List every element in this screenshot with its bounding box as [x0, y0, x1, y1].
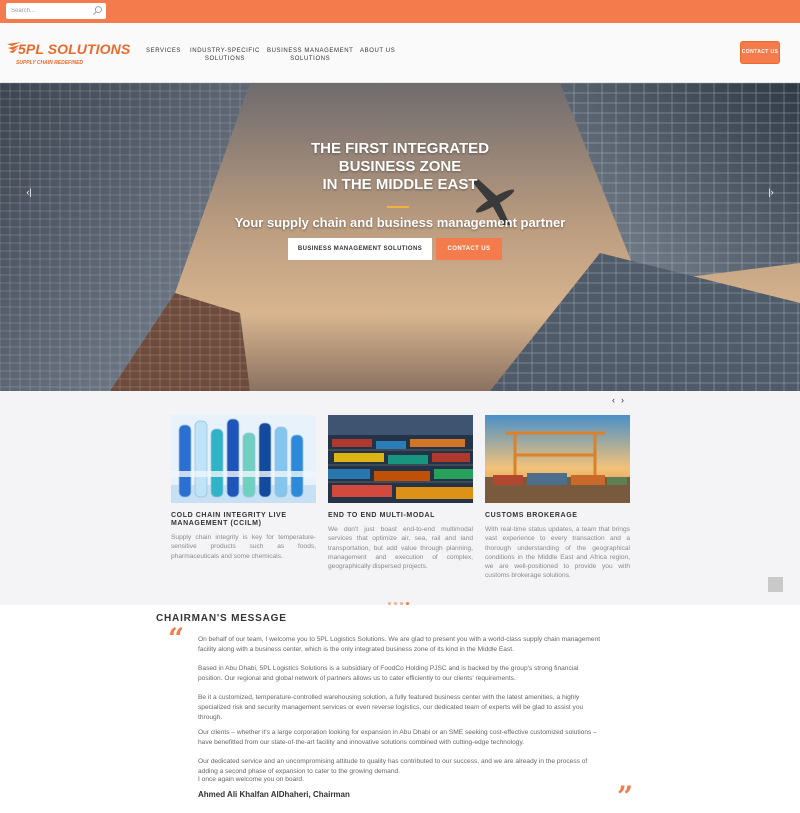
chairman-paragraph: Be it a customized, temperature-controll… — [198, 694, 584, 721]
site-header: 5PL SOLUTIONS SUPPLY CHAIN REDEFINED SER… — [0, 23, 800, 83]
hero-title-line1: THE FIRST INTEGRATED — [310, 140, 490, 157]
search-icon[interactable] — [92, 5, 103, 16]
chairman-paragraph: I once again welcome you on board. — [198, 776, 304, 783]
service-card-title: END TO END MULTI-MODAL — [328, 512, 436, 519]
nav-business-label-line2: SOLUTIONS — [290, 56, 331, 62]
hero-contact-button[interactable]: CONTACT US — [436, 238, 502, 260]
hero-next-arrow-icon[interactable]: |› — [764, 186, 778, 198]
search-input[interactable] — [6, 3, 92, 19]
nav-business-management-solutions[interactable]: BUSINESS MANAGEMENT SOLUTIONS — [267, 47, 353, 63]
logo[interactable]: 5PL SOLUTIONS SUPPLY CHAIN REDEFINED — [6, 36, 136, 72]
logo-tagline: SUPPLY CHAIN REDEFINED — [16, 60, 84, 66]
nav-industry-specific-solutions[interactable]: INDUSTRY-SPECIFIC SOLUTIONS — [190, 47, 260, 63]
hero-divider — [387, 206, 409, 208]
logo-name: 5PL SOLUTIONS — [18, 41, 131, 57]
quote-icon: “ — [168, 622, 185, 655]
service-card-text: Supply chain integrity is key for temper… — [171, 534, 316, 560]
chairman-message-section: CHAIRMAN'S MESSAGE “ On behalf of our te… — [0, 605, 800, 811]
services-arrows: ‹› — [612, 395, 630, 405]
quote-close-icon: ” — [617, 780, 634, 813]
service-card-text: With real-time status updates, a team th… — [485, 526, 630, 580]
header-contact-button[interactable]: CONTACT US — [741, 42, 779, 63]
search-box — [6, 3, 106, 19]
nav-about-us[interactable]: ABOUT US — [360, 47, 395, 55]
services-carousel: ‹› COLD CHAIN INTEGRITY LIVE MANAGEMENT … — [0, 391, 800, 605]
nav-services-label: SERVICES — [146, 48, 182, 54]
nav-services[interactable]: SERVICES — [146, 47, 181, 55]
chairman-paragraph: Our dedicated service and an uncompromis… — [198, 758, 588, 775]
hero-title: THE FIRST INTEGRATED BUSINESS ZONE IN TH… — [250, 140, 550, 194]
hero-background-image — [0, 83, 800, 391]
hero-prev-arrow-icon[interactable]: ‹| — [22, 186, 36, 198]
service-card-cold-chain[interactable]: COLD CHAIN INTEGRITY LIVE MANAGEMENT (CC… — [171, 415, 316, 561]
scroll-top-icon[interactable] — [768, 577, 783, 592]
hero-subtitle: Your supply chain and business managemen… — [234, 215, 566, 230]
test-tubes-image — [171, 415, 316, 503]
chairman-signature: Ahmed Ali Khalfan AlDhaheri, Chairman — [198, 790, 350, 799]
chairman-paragraph: On behalf of our team, I welcome you to … — [198, 636, 601, 653]
nav-business-label-line1: BUSINESS MANAGEMENT — [267, 48, 354, 54]
port-containers-image — [328, 415, 473, 503]
hero-title-line2: BUSINESS ZONE — [338, 158, 462, 175]
chevron-right-icon[interactable]: › — [621, 395, 630, 405]
service-card-title: COLD CHAIN INTEGRITY LIVE MANAGEMENT (CC… — [171, 512, 287, 527]
crane-port-image — [485, 415, 630, 503]
service-card-text: We don't just boast end-to-end multimoda… — [328, 526, 473, 571]
chevron-left-icon[interactable]: ‹ — [612, 395, 621, 405]
hero-slider: THE FIRST INTEGRATED BUSINESS ZONE IN TH… — [0, 83, 800, 391]
service-card-customs-brokerage[interactable]: CUSTOMS BROKERAGE With real-time status … — [485, 415, 630, 581]
chairman-paragraph: Based in Abu Dhabi, 5PL Logistics Soluti… — [198, 665, 579, 682]
chairman-paragraph: Our clients – whether it's a large corpo… — [198, 729, 597, 746]
nav-industry-label-line1: INDUSTRY-SPECIFIC — [190, 48, 260, 54]
top-bar — [0, 0, 800, 23]
business-management-solutions-button[interactable]: BUSINESS MANAGEMENT SOLUTIONS — [288, 238, 432, 260]
service-card-multi-modal[interactable]: END TO END MULTI-MODAL We don't just boa… — [328, 415, 473, 571]
hero-title-line3: IN THE MIDDLE EAST — [322, 176, 478, 193]
nav-industry-label-line2: SOLUTIONS — [204, 56, 245, 62]
nav-about-label: ABOUT US — [360, 48, 396, 54]
service-card-title: CUSTOMS BROKERAGE — [485, 512, 578, 519]
